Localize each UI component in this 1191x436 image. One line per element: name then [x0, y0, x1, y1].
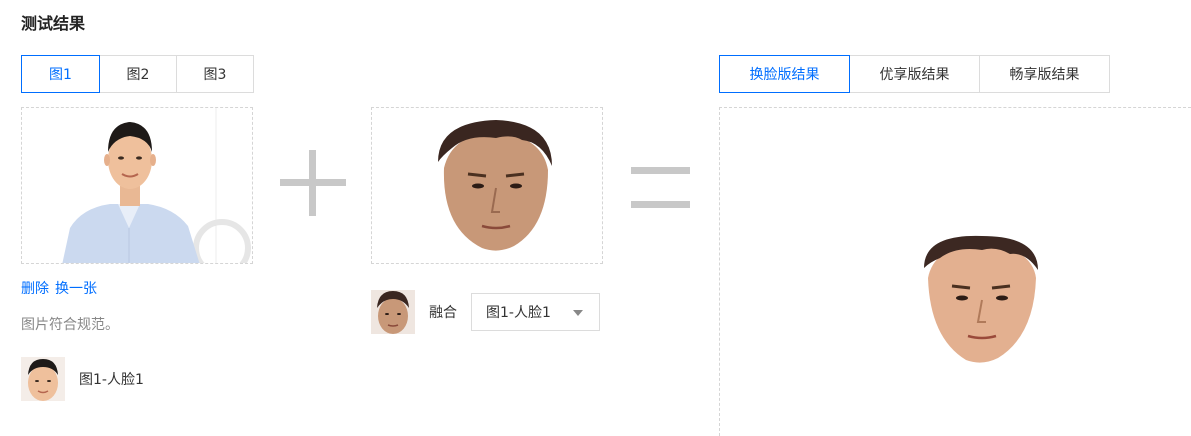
merge-label: 融合	[429, 305, 457, 321]
source-hint: 图片符合规范。	[21, 317, 119, 333]
template-face-photo	[372, 108, 602, 263]
source-portrait-photo	[22, 108, 252, 263]
template-face-thumbnail	[371, 290, 415, 334]
tab-premium-result[interactable]: 优享版结果	[849, 55, 980, 93]
source-actions: 删除 换一张	[21, 278, 103, 298]
chevron-down-icon	[573, 310, 583, 316]
source-image-frame	[21, 107, 253, 264]
delete-link[interactable]: 删除	[21, 281, 49, 297]
template-image-frame	[371, 107, 603, 264]
face-select-value: 图1-人脸1	[486, 305, 551, 321]
detected-face-thumbnail[interactable]	[21, 357, 65, 401]
equals-operator-icon	[631, 167, 690, 208]
replace-link[interactable]: 换一张	[55, 281, 97, 297]
detected-face-label: 图1-人脸1	[79, 372, 144, 388]
plus-operator-icon	[280, 150, 346, 216]
result-face-photo	[720, 108, 1191, 436]
tab-faceswap-result[interactable]: 换脸版结果	[719, 55, 850, 93]
result-tabs: 换脸版结果 优享版结果 畅享版结果	[719, 55, 1110, 93]
face-select-dropdown[interactable]: 图1-人脸1	[471, 293, 600, 331]
merge-row: 融合 图1-人脸1	[371, 290, 600, 334]
tab-image-1[interactable]: 图1	[21, 55, 100, 93]
tab-standard-result[interactable]: 畅享版结果	[979, 55, 1110, 93]
detected-face-row: 图1-人脸1	[21, 357, 144, 401]
tab-image-3[interactable]: 图3	[176, 55, 254, 93]
image-tabs: 图1 图2 图3	[21, 55, 254, 93]
result-image-frame	[719, 107, 1191, 436]
tab-image-2[interactable]: 图2	[99, 55, 177, 93]
section-title: 测试结果	[21, 14, 86, 33]
